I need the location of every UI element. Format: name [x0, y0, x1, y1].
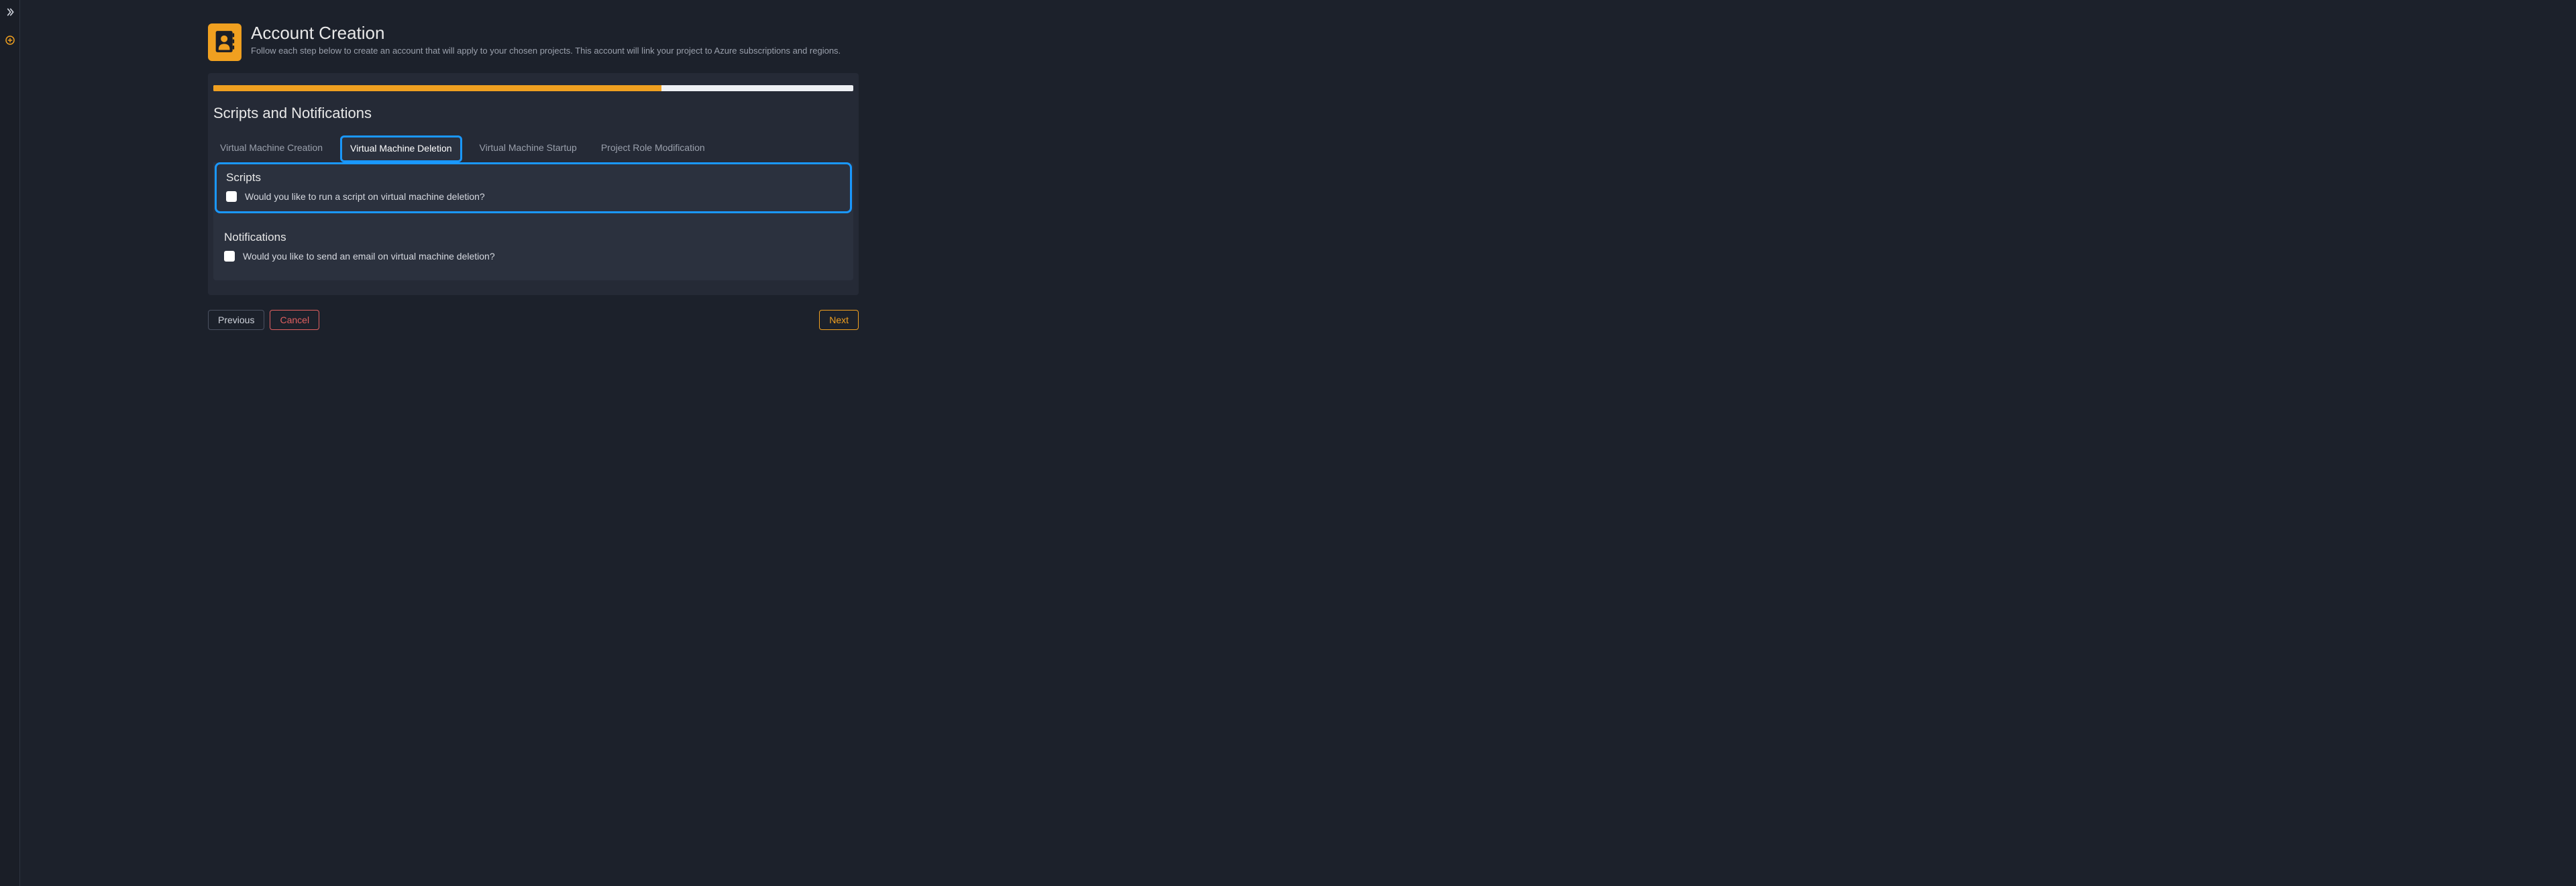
page-subtitle: Follow each step below to create an acco… [251, 46, 841, 57]
footer-left-group: Previous Cancel [208, 310, 319, 330]
scripts-heading: Scripts [226, 171, 841, 184]
address-book-user-icon [215, 30, 235, 56]
tab-body: Scripts Would you like to run a script o… [213, 162, 853, 280]
scripts-checkbox[interactable] [226, 191, 237, 202]
next-button[interactable]: Next [819, 310, 859, 330]
plus-circle-icon [5, 35, 15, 46]
sidebar-expand-button[interactable] [2, 4, 18, 20]
progress-bar-fill [213, 85, 661, 91]
card-wrapper: Account Creation Follow each step below … [208, 23, 859, 330]
tab-project-role-modification[interactable]: Project Role Modification [594, 135, 712, 161]
main-content: Account Creation Follow each step below … [20, 0, 1288, 357]
progress-bar [213, 85, 853, 91]
notifications-section: Notifications Would you like to send an … [213, 221, 853, 262]
notifications-checkbox[interactable] [224, 251, 235, 262]
wizard-panel: Scripts and Notifications Virtual Machin… [208, 73, 859, 295]
notifications-heading: Notifications [224, 231, 843, 244]
tab-vm-startup[interactable]: Virtual Machine Startup [473, 135, 584, 161]
page-title: Account Creation [251, 23, 841, 44]
chevrons-right-icon [5, 7, 15, 17]
tab-vm-creation[interactable]: Virtual Machine Creation [213, 135, 329, 161]
sidebar [0, 0, 20, 886]
previous-button[interactable]: Previous [208, 310, 264, 330]
notifications-question: Would you like to send an email on virtu… [243, 251, 495, 262]
sidebar-add-button[interactable] [2, 32, 18, 48]
tab-bar: Virtual Machine Creation Virtual Machine… [208, 135, 859, 161]
scripts-section: Scripts Would you like to run a script o… [215, 162, 852, 213]
tab-vm-deletion[interactable]: Virtual Machine Deletion [340, 135, 462, 162]
account-icon-badge [208, 23, 241, 61]
page-header: Account Creation Follow each step below … [208, 23, 859, 61]
scripts-question: Would you like to run a script on virtua… [245, 191, 485, 202]
wizard-footer: Previous Cancel Next [208, 310, 859, 330]
section-title: Scripts and Notifications [208, 105, 859, 122]
cancel-button[interactable]: Cancel [270, 310, 319, 330]
notifications-check-row: Would you like to send an email on virtu… [224, 251, 843, 262]
scripts-check-row: Would you like to run a script on virtua… [226, 191, 841, 202]
page-header-text: Account Creation Follow each step below … [251, 23, 841, 57]
